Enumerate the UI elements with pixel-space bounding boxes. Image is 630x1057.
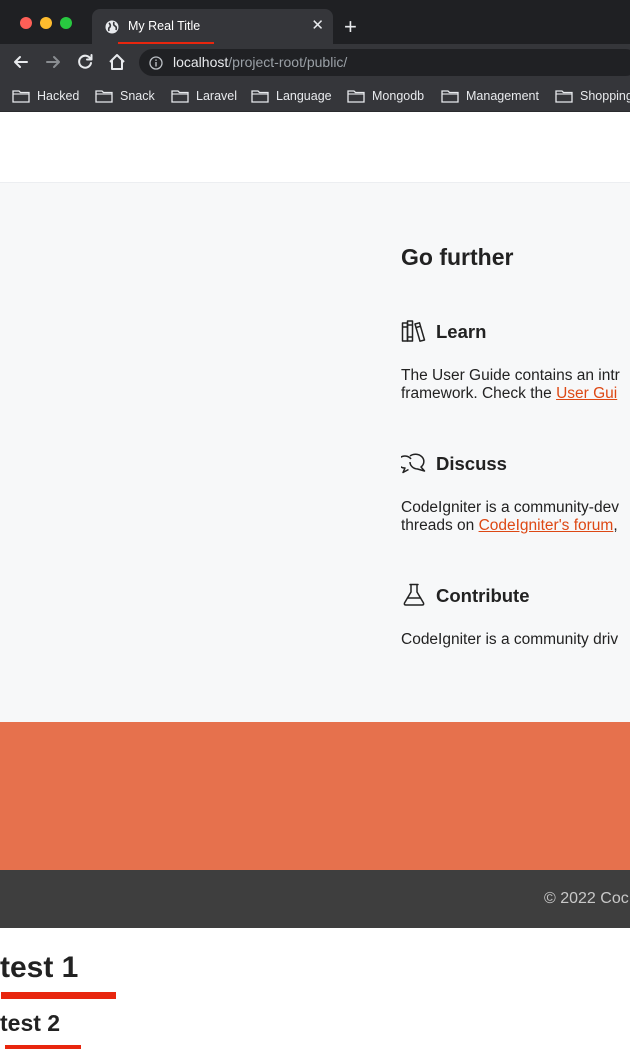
folder-icon (347, 90, 365, 103)
learn-text-prefix: framework. Check the (401, 385, 557, 402)
bookmark-snack[interactable]: Snack (95, 86, 155, 106)
back-arrow-icon[interactable] (11, 52, 31, 72)
close-tab-icon[interactable]: ✕ (311, 17, 324, 35)
discuss-text-line-1: CodeIgniter is a community-dev (401, 499, 619, 516)
bookmark-label: Snack (120, 89, 155, 103)
url-path: /project-root/public/ (228, 54, 348, 70)
browser-titlebar: My Real Title ✕ + (0, 0, 630, 45)
orange-band (0, 722, 630, 870)
bookmark-label: Hacked (37, 89, 80, 103)
contribute-text-line-1: CodeIgniter is a community driv (401, 631, 619, 648)
browser-tab-active[interactable]: My Real Title ✕ (92, 9, 333, 45)
globe-icon (105, 20, 119, 34)
go-further-title: Go further (401, 244, 514, 270)
bookmark-language[interactable]: Language (251, 86, 332, 106)
bookmark-shopping[interactable]: Shopping (555, 86, 630, 106)
user-guide-link[interactable]: User Gui (556, 385, 617, 402)
folder-icon (95, 90, 113, 103)
new-tab-button[interactable]: + (344, 16, 357, 38)
bookmark-management[interactable]: Management (441, 86, 539, 106)
tab-title: My Real Title (128, 19, 201, 33)
folder-icon (12, 90, 30, 103)
bookmark-label: Mongodb (372, 89, 425, 103)
test-1-underline (1, 992, 116, 999)
home-icon[interactable] (107, 52, 127, 72)
flask-icon (403, 583, 425, 606)
learn-text-line-1: The User Guide contains an intr (401, 367, 620, 384)
bookmark-hacked[interactable]: Hacked (12, 86, 79, 106)
bookmark-laravel[interactable]: Laravel (171, 86, 237, 106)
url-text: localhost/project-root/public/ (173, 54, 347, 70)
reload-icon[interactable] (75, 52, 95, 72)
footer: © 2022 Coc (0, 870, 630, 928)
browser-toolbar: localhost/project-root/public/ (0, 44, 630, 80)
discuss-title: Discuss (436, 453, 507, 474)
page-header (0, 113, 630, 183)
copyright-text: © 2022 Coc (544, 890, 629, 907)
bookmark-label: Language (276, 89, 332, 103)
info-icon[interactable] (149, 56, 163, 70)
discuss-text-suffix: , (613, 517, 618, 534)
bookmark-label: Laravel (196, 89, 237, 103)
test-1-heading: test 1 (0, 951, 79, 984)
close-window-button[interactable] (20, 17, 32, 29)
folder-icon (171, 90, 189, 103)
zoom-window-button[interactable] (60, 17, 72, 29)
contribute-title: Contribute (436, 585, 530, 606)
forward-arrow-icon[interactable] (43, 52, 63, 72)
forum-link[interactable]: CodeIgniter's forum (479, 517, 614, 534)
url-host: localhost (173, 54, 229, 70)
learn-text-line-2: framework. Check the User Gui (401, 385, 617, 403)
bookmark-mongodb[interactable]: Mongodb (347, 86, 424, 106)
learn-title: Learn (436, 321, 487, 342)
bookmark-label: Shopping (580, 89, 630, 103)
discuss-text-prefix: threads on (401, 517, 479, 534)
discuss-text-line-2: threads on CodeIgniter's forum, (401, 517, 618, 535)
bookmark-label: Management (466, 89, 539, 103)
address-bar[interactable]: localhost/project-root/public/ (139, 49, 630, 76)
bookmarks-bar: Hacked Snack Laravel Language Mongodb Ma… (0, 80, 630, 112)
folder-icon (555, 90, 573, 103)
minimize-window-button[interactable] (40, 17, 52, 29)
folder-icon (441, 90, 459, 103)
folder-icon (251, 90, 269, 103)
chat-bubbles-icon (401, 453, 426, 474)
test-2-underline (5, 1045, 81, 1049)
books-icon (401, 320, 426, 342)
test-2-heading: test 2 (0, 1010, 61, 1036)
go-further-section: Go further Learn The User Guide contains… (0, 183, 630, 722)
